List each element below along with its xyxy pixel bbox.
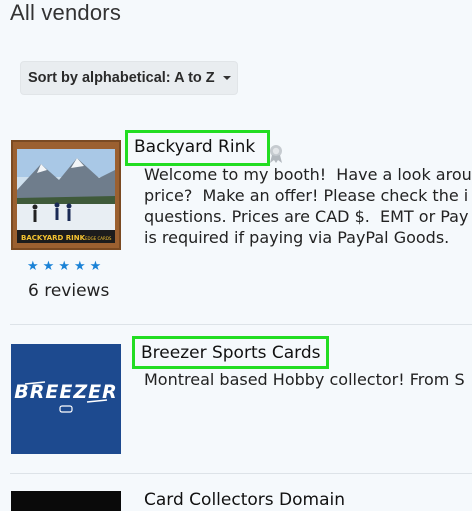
rating-stars: ★ ★ ★ ★ ★ (27, 259, 101, 272)
list-divider (10, 324, 472, 325)
vendor-thumbnail-card-collectors[interactable] (11, 491, 121, 511)
star-icon: ★ (89, 258, 102, 273)
vendor-thumbnail-backyard-rink[interactable]: BACKYARD RINK EDGE CARDS (11, 140, 121, 250)
chevron-down-icon (223, 76, 231, 80)
vendor-name-card-collectors[interactable]: Card Collectors Domain (144, 490, 345, 510)
vendor-description-breezer: Montreal based Hobby collector! From S (144, 370, 465, 389)
vendor-description-backyard-rink: Welcome to my booth! Have a look arou pr… (144, 165, 472, 247)
vendor-thumbnail-breezer[interactable]: BREEZER (11, 344, 121, 454)
backyard-rink-logo: BACKYARD RINK EDGE CARDS (11, 140, 121, 250)
breezer-logo: BREEZER (11, 344, 121, 454)
list-divider (10, 473, 472, 474)
reviews-link[interactable]: 6 reviews (28, 281, 109, 301)
star-icon: ★ (42, 258, 55, 273)
vendor-name-breezer[interactable]: Breezer Sports Cards (132, 336, 329, 369)
vendor-name-backyard-rink[interactable]: Backyard Rink (125, 130, 270, 166)
sort-dropdown[interactable]: Sort by alphabetical: A to Z (20, 61, 238, 95)
star-icon: ★ (27, 258, 39, 273)
logo-text: BREEZER (14, 381, 117, 403)
logo-text: BACKYARD RINK (21, 234, 86, 242)
star-icon: ★ (73, 258, 86, 273)
award-badge-icon (270, 145, 282, 163)
logo-sub-text: EDGE CARDS (85, 236, 112, 241)
sort-dropdown-label: Sort by alphabetical: A to Z (28, 70, 215, 86)
star-icon: ★ (58, 258, 70, 273)
page-title: All vendors (10, 0, 122, 25)
